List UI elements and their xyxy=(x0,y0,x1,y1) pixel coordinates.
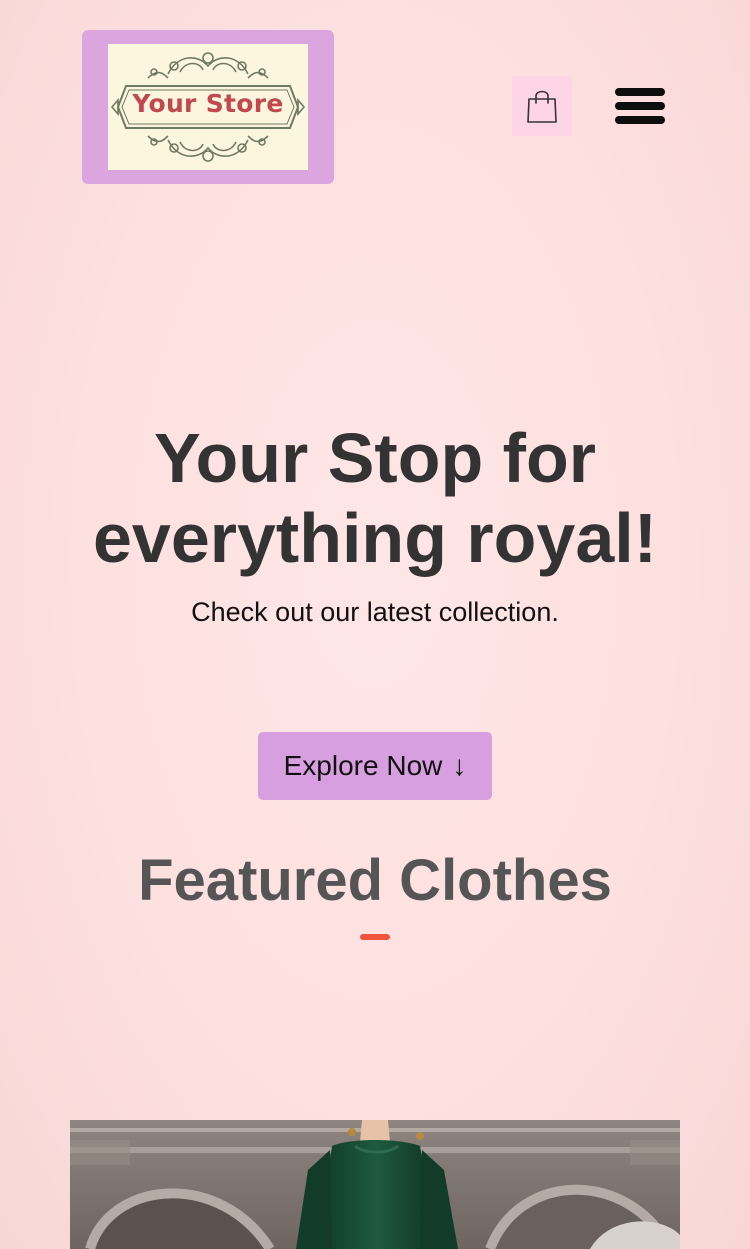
arrow-down-icon: ↓ xyxy=(452,750,467,781)
shopping-bag-icon xyxy=(527,90,557,123)
hero-subtitle: Check out our latest collection. xyxy=(191,597,559,627)
menu-bar xyxy=(615,102,665,110)
page-background: Your Store Your Stop for everything roya… xyxy=(0,0,750,1249)
store-logo: Your Store xyxy=(108,44,308,170)
title-underline xyxy=(360,934,390,940)
logo-link[interactable]: Your Store xyxy=(82,30,334,184)
hero-title-line2: everything royal! xyxy=(92,499,658,577)
product-image[interactable] xyxy=(70,1120,680,1249)
cart-button[interactable] xyxy=(512,76,572,136)
explore-now-label: Explore Now xyxy=(283,750,443,781)
product-photo xyxy=(70,1120,680,1249)
logo-text: Your Store xyxy=(132,89,284,118)
featured-section-title: Featured Clothes xyxy=(138,848,612,913)
hero-title-line1: Your Stop for xyxy=(154,419,596,497)
hamburger-menu-icon xyxy=(615,88,665,96)
menu-bar xyxy=(615,116,665,124)
hero-title: Your Stop for everything royal! xyxy=(0,418,750,578)
explore-now-button[interactable]: Explore Now ↓ xyxy=(258,732,492,800)
hamburger-menu-button[interactable] xyxy=(614,86,666,128)
